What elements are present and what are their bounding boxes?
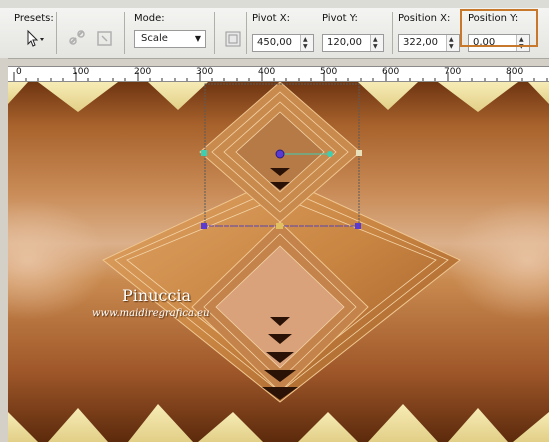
spin-down-icon: ▼ [449, 43, 454, 50]
separator [56, 12, 57, 54]
separator [214, 12, 215, 54]
position-x-spinner[interactable]: ▲ ▼ [446, 35, 459, 51]
pivot-y-input[interactable]: 120,00 ▲ ▼ [322, 34, 384, 52]
horizontal-ruler: 0 100 200 300 400 500 600 700 800 [8, 66, 549, 82]
separator [246, 12, 247, 54]
presets-label: Presets: [14, 13, 54, 24]
pointer-icon [27, 29, 44, 47]
artwork [8, 82, 549, 442]
presets-dropdown[interactable] [22, 28, 48, 50]
left-edge [0, 58, 8, 442]
separator [124, 12, 125, 54]
position-x-value: 322,00 [403, 37, 438, 48]
image-canvas[interactable]: Pinuccia www.maidiregrafica.eu [8, 82, 549, 442]
ruler-label: 0 [16, 67, 22, 77]
pivot-x-spinner[interactable]: ▲ ▼ [300, 35, 313, 51]
rectangle-icon[interactable] [222, 28, 244, 50]
link-icon[interactable] [66, 28, 88, 50]
mode-label: Mode: [134, 13, 165, 24]
chevron-down-icon: ▼ [194, 34, 201, 43]
ruler-label: 400 [258, 67, 276, 77]
tool-options-bar: Presets: Mode: Scale ▼ Pivot X: 450,00 ▲… [0, 8, 549, 59]
pivot-x-value: 450,00 [257, 37, 292, 48]
watermark-name: Pinuccia [122, 286, 192, 305]
spin-down-icon: ▼ [373, 43, 378, 50]
pivot-x-label: Pivot X: [252, 13, 290, 24]
mode-value: Scale [141, 33, 168, 44]
ruler-label: 800 [506, 67, 524, 77]
pivot-x-input[interactable]: 450,00 ▲ ▼ [252, 34, 314, 52]
position-y-highlight [460, 9, 538, 47]
ruler-label: 700 [444, 67, 462, 77]
spin-down-icon: ▼ [303, 43, 308, 50]
pivot-y-value: 120,00 [327, 37, 362, 48]
pivot-y-label: Pivot Y: [322, 13, 358, 24]
watermark-url: www.maidiregrafica.eu [92, 308, 210, 319]
ruler-label: 300 [196, 67, 214, 77]
ruler-label: 100 [72, 67, 90, 77]
chevron-down-icon [40, 38, 44, 41]
position-x-input[interactable]: 322,00 ▲ ▼ [398, 34, 460, 52]
mode-select[interactable]: Scale ▼ [134, 30, 206, 48]
ruler-label: 200 [134, 67, 152, 77]
separator [392, 12, 393, 54]
pivot-y-spinner[interactable]: ▲ ▼ [370, 35, 383, 51]
ruler-label: 500 [320, 67, 338, 77]
deform-icon[interactable] [94, 28, 116, 50]
position-x-label: Position X: [398, 13, 451, 24]
ruler-label: 600 [382, 67, 400, 77]
